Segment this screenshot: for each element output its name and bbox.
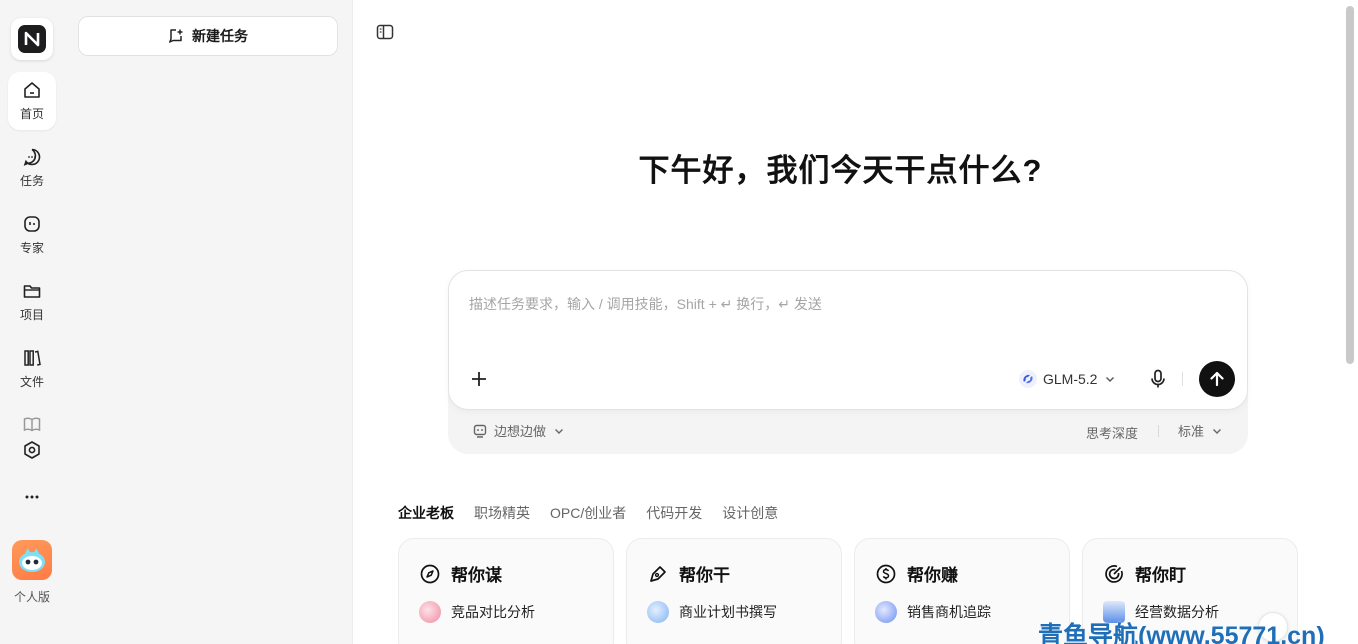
card-item-label: 竞品对比分析 bbox=[451, 604, 535, 620]
rail-item-projects[interactable]: 项目 bbox=[8, 273, 56, 331]
card-title: 帮你盯 bbox=[1135, 566, 1186, 585]
new-task-button[interactable]: 新建任务 bbox=[78, 16, 338, 56]
persona-tabs: 企业老板 职场精英 OPC/创业者 代码开发 设计创意 bbox=[398, 503, 778, 523]
rail-item-label: 任务 bbox=[19, 174, 44, 188]
divider bbox=[1158, 425, 1159, 437]
card-title: 帮你干 bbox=[679, 566, 730, 585]
greeting-title: 下午好，我们今天干点什么? bbox=[638, 153, 1043, 188]
card-header: 帮你干 bbox=[647, 561, 730, 586]
sales-tracking-icon bbox=[875, 601, 897, 623]
chevron-down-icon bbox=[1213, 428, 1222, 434]
competitor-analysis-icon bbox=[419, 601, 441, 623]
card-item[interactable]: 竞品对比分析 bbox=[419, 601, 535, 623]
new-task-label: 新建任务 bbox=[192, 28, 248, 44]
watermark: 青鱼导航(www.55771.cn) bbox=[1038, 622, 1325, 644]
robot-icon bbox=[473, 424, 487, 438]
attach-plus-icon[interactable] bbox=[467, 367, 491, 391]
rail-item-tasks[interactable]: 任务 bbox=[8, 139, 56, 197]
dollar-icon bbox=[876, 564, 896, 583]
send-button[interactable] bbox=[1199, 361, 1235, 397]
chevron-down-icon bbox=[555, 428, 564, 434]
profile-label: 个人版 bbox=[13, 590, 50, 604]
rail-item-experts[interactable]: 专家 bbox=[8, 206, 56, 264]
card-item-label: 商业计划书撰写 bbox=[679, 604, 777, 620]
card-title: 帮你谋 bbox=[451, 566, 502, 585]
profile-switcher[interactable]: 个人版 bbox=[8, 540, 56, 606]
settings-hex-icon[interactable] bbox=[20, 438, 44, 462]
expert-icon bbox=[24, 216, 40, 232]
rail-item-label: 文件 bbox=[19, 375, 44, 389]
home-icon bbox=[24, 82, 40, 98]
new-chat-icon bbox=[169, 29, 183, 43]
tab-professional[interactable]: 职场精英 bbox=[474, 503, 530, 523]
card-header: 帮你盯 bbox=[1103, 561, 1186, 586]
rail-item-label: 项目 bbox=[19, 308, 44, 322]
card-strategy[interactable]: 帮你谋 竞品对比分析 bbox=[398, 538, 614, 644]
thinking-depth-label: 思考深度 bbox=[1086, 426, 1139, 441]
library-icon bbox=[24, 350, 41, 366]
radar-icon bbox=[1105, 564, 1123, 583]
card-header: 帮你谋 bbox=[419, 561, 502, 586]
card-execute[interactable]: 帮你干 商业计划书撰写 bbox=[626, 538, 842, 644]
tab-design[interactable]: 设计创意 bbox=[722, 503, 778, 523]
main-area: 下午好，我们今天干点什么? 描述任务要求，输入 / 调用技能，Shift + ↵… bbox=[353, 0, 1358, 644]
scrollbar[interactable] bbox=[1346, 6, 1354, 364]
prompt-input[interactable]: 描述任务要求，输入 / 调用技能，Shift + ↵ 换行，↵ 发送 bbox=[469, 294, 822, 314]
model-logo-icon bbox=[1019, 370, 1037, 388]
book-icon[interactable] bbox=[20, 412, 44, 436]
rail-item-files[interactable]: 文件 bbox=[8, 340, 56, 398]
folder-icon bbox=[23, 285, 41, 298]
composer: 描述任务要求，输入 / 调用技能，Shift + ↵ 换行，↵ 发送 GLM-5… bbox=[448, 270, 1248, 410]
avatar bbox=[12, 540, 52, 580]
card-title: 帮你赚 bbox=[907, 566, 958, 585]
task-panel: 新建任务 bbox=[64, 0, 353, 644]
more-icon[interactable] bbox=[20, 485, 44, 509]
rail-item-home[interactable]: 首页 bbox=[8, 72, 56, 130]
pen-icon bbox=[650, 565, 666, 582]
compass-icon bbox=[420, 564, 440, 583]
model-name: GLM-5.2 bbox=[1043, 371, 1098, 387]
mode-label: 边想边做 bbox=[494, 424, 547, 439]
mode-selector[interactable]: 边想边做 bbox=[472, 421, 566, 440]
logo-mark-icon bbox=[18, 25, 46, 53]
chat-icon bbox=[23, 148, 41, 166]
divider bbox=[1182, 372, 1183, 386]
app-logo[interactable] bbox=[11, 18, 53, 60]
thinking-depth-selector[interactable]: 标准 bbox=[1178, 421, 1224, 440]
tab-opc-founder[interactable]: OPC/创业者 bbox=[550, 503, 626, 523]
arrow-up-icon bbox=[1210, 371, 1224, 387]
chevron-down-icon bbox=[1106, 377, 1115, 382]
model-selector[interactable]: GLM-5.2 bbox=[1019, 367, 1117, 391]
tab-code-dev[interactable]: 代码开发 bbox=[646, 503, 702, 523]
card-item-label: 销售商机追踪 bbox=[907, 604, 991, 620]
rail-item-label: 首页 bbox=[19, 107, 44, 121]
thinking-depth-value: 标准 bbox=[1178, 424, 1205, 439]
microphone-icon[interactable] bbox=[1146, 367, 1170, 391]
business-plan-icon bbox=[647, 601, 669, 623]
card-header: 帮你赚 bbox=[875, 561, 958, 586]
rail-item-label: 专家 bbox=[19, 241, 44, 255]
composer-container: 描述任务要求，输入 / 调用技能，Shift + ↵ 换行，↵ 发送 GLM-5… bbox=[448, 270, 1248, 454]
tab-enterprise-owner[interactable]: 企业老板 bbox=[398, 503, 454, 523]
sidebar-toggle-icon[interactable] bbox=[375, 22, 397, 44]
card-item[interactable]: 销售商机追踪 bbox=[875, 601, 991, 623]
left-rail: 首页 任务 专家 项目 文件 个人版 bbox=[0, 0, 64, 644]
card-item[interactable]: 商业计划书撰写 bbox=[647, 601, 777, 623]
